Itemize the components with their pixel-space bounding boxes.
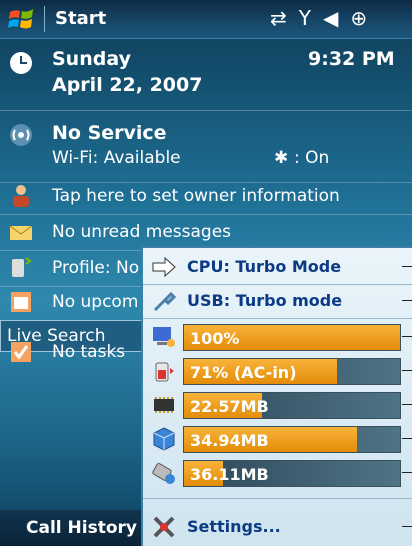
tasks-label: No tasks <box>52 342 126 362</box>
envelope-icon <box>9 225 33 240</box>
connectivity-icon[interactable]: ⇄ <box>270 6 287 30</box>
settings-item[interactable]: Settings... <box>143 510 412 544</box>
monitor-brightness-icon <box>153 327 175 347</box>
battery-value: 71% (AC-in) <box>190 363 297 382</box>
backlight-bar: 100% <box>183 324 401 351</box>
usb-plug-icon <box>153 291 177 312</box>
backlight-item[interactable]: 100% <box>143 320 412 354</box>
start-button[interactable]: Start <box>55 8 106 29</box>
title-separator <box>44 6 45 32</box>
windows-logo-icon[interactable] <box>8 6 36 32</box>
usb-mode-item[interactable]: USB: Turbo mode <box>143 284 412 318</box>
storage-cube-icon <box>153 427 175 451</box>
storage-item[interactable]: 34.94MB <box>143 422 412 456</box>
battery-item[interactable]: 71% (AC-in) <box>143 354 412 388</box>
memory-bar: 22.57MB <box>183 392 401 419</box>
cpu-mode-label: CPU: Turbo Mode <box>187 257 342 276</box>
memory-value: 22.57MB <box>190 397 269 416</box>
cpu-mode-item[interactable]: CPU: Turbo Mode <box>143 250 412 284</box>
battery-icon <box>155 362 174 382</box>
backlight-value: 100% <box>190 329 240 348</box>
settings-label: Settings... <box>187 517 281 536</box>
appointments-label: No upcom <box>52 292 139 312</box>
date-label: April 22, 2007 <box>52 74 203 96</box>
tasks-checkbox-icon <box>11 342 31 362</box>
card-value: 36.11MB <box>190 465 269 484</box>
card-bar: 36.11MB <box>183 460 401 487</box>
card-item[interactable]: 36.11MB <box>143 456 412 490</box>
menu-divider <box>143 318 412 319</box>
menu-divider <box>143 498 412 499</box>
date-row[interactable]: Sunday April 22, 2007 9:32 PM <box>0 44 412 108</box>
messages-row[interactable]: No unread messages <box>0 214 412 250</box>
connectivity-row[interactable]: No Service Wi-Fi: Available ✱ : On <box>0 116 412 182</box>
owner-row[interactable]: Tap here to set owner information <box>0 178 412 214</box>
bluetooth-status: : On <box>294 148 330 168</box>
call-history-softkey[interactable]: Call History <box>26 518 137 538</box>
status-icons: ⇄ Y ◀ ⊕ <box>270 6 367 30</box>
phone-status: No Service <box>52 122 167 144</box>
power-menu: CPU: Turbo Mode USB: Turbo mode 100% 71%… <box>141 246 412 546</box>
owner-info-label: Tap here to set owner information <box>52 186 340 206</box>
battery-plug-icon[interactable]: ⊕ <box>350 6 367 30</box>
profile-label: Profile: No <box>52 258 140 278</box>
bluetooth-icon: ✱ <box>274 148 289 168</box>
battery-bar: 71% (AC-in) <box>183 358 401 385</box>
storage-bar: 34.94MB <box>183 426 401 453</box>
title-bar: Start ⇄ Y ◀ ⊕ <box>0 0 412 39</box>
storage-value: 34.94MB <box>190 431 269 450</box>
memory-chip-icon <box>154 397 174 413</box>
day-label: Sunday <box>52 48 131 70</box>
messages-label: No unread messages <box>52 222 232 242</box>
wifi-status: Wi-Fi: Available <box>52 148 181 168</box>
storage-card-icon <box>152 463 175 484</box>
wireless-icon <box>10 124 32 146</box>
settings-tools-icon <box>153 516 175 538</box>
phone-profile-icon <box>12 257 32 277</box>
person-icon <box>13 185 29 207</box>
calendar-icon <box>11 292 31 312</box>
divider <box>0 110 412 111</box>
signal-icon[interactable]: Y <box>299 6 311 30</box>
memory-item[interactable]: 22.57MB <box>143 388 412 422</box>
volume-icon[interactable]: ◀ <box>323 6 338 30</box>
clock-icon <box>10 52 32 74</box>
cpu-arrow-icon <box>152 256 176 278</box>
time-label: 9:32 PM <box>308 48 395 70</box>
usb-mode-label: USB: Turbo mode <box>187 291 343 310</box>
